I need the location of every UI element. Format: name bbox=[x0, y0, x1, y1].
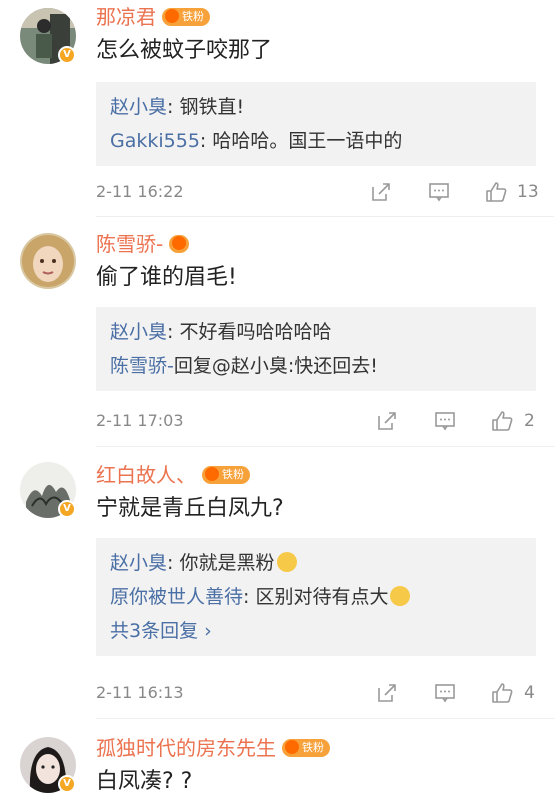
comment-text: 怎么被蚊子咬那了 bbox=[96, 38, 273, 63]
comment-meta: 2-11 17:03 2 bbox=[96, 408, 536, 434]
fan-badge-label: 铁粉 bbox=[222, 467, 244, 481]
reply-author[interactable]: Gakki555 bbox=[110, 130, 200, 152]
like-count: 13 bbox=[517, 182, 539, 202]
smirk-emoji-icon bbox=[277, 551, 298, 572]
username-text: 红白故人、 bbox=[96, 463, 196, 487]
username[interactable]: 红白故人、 铁粉 bbox=[96, 462, 250, 488]
fan-badge-label: 铁粉 bbox=[302, 740, 324, 754]
reply-box[interactable]: 赵小臭: 钢铁直! Gakki555: 哈哈哈。国王一语中的 bbox=[96, 82, 536, 166]
username-text: 陈雪骄- bbox=[96, 232, 164, 256]
timestamp: 2-11 17:03 bbox=[96, 411, 184, 430]
username[interactable]: 那凉君 铁粉 bbox=[96, 4, 210, 30]
comment-meta: 2-11 16:22 13 bbox=[96, 179, 539, 205]
avatar[interactable] bbox=[20, 233, 76, 289]
reply-text: : 区别对待有点大 bbox=[243, 586, 389, 608]
share-icon[interactable] bbox=[376, 410, 398, 432]
reply-text: : 哈哈哈。国王一语中的 bbox=[199, 130, 403, 152]
reply-text: : 钢铁直! bbox=[167, 96, 245, 118]
comment-icon[interactable] bbox=[428, 181, 450, 203]
fan-badge: 铁粉 bbox=[202, 465, 250, 484]
reply-author[interactable]: 赵小臭 bbox=[110, 321, 167, 343]
share-icon[interactable] bbox=[370, 181, 392, 203]
fan-badge-label: 铁粉 bbox=[182, 9, 204, 23]
username-text: 那凉君 bbox=[96, 5, 156, 29]
divider bbox=[96, 718, 554, 719]
comment-icon[interactable] bbox=[434, 682, 456, 704]
reply-line[interactable]: 赵小臭: 你就是黑粉 bbox=[110, 546, 522, 580]
reply-author[interactable]: 原你被世人善待 bbox=[110, 586, 243, 608]
timestamp: 2-11 16:13 bbox=[96, 683, 184, 702]
reply-line[interactable]: 赵小臭: 不好看吗哈哈哈哈 bbox=[110, 315, 522, 349]
crown-icon bbox=[285, 739, 299, 754]
verified-badge-icon: V bbox=[58, 46, 76, 64]
laugh-cry-emoji-icon bbox=[390, 585, 411, 606]
reply-text: : 你就是黑粉 bbox=[167, 552, 275, 574]
crown-icon bbox=[205, 466, 219, 481]
avatar[interactable]: V bbox=[20, 462, 76, 518]
avatar-image bbox=[20, 233, 76, 289]
like-count: 4 bbox=[524, 683, 535, 703]
crown-icon bbox=[172, 235, 187, 250]
divider bbox=[96, 446, 554, 447]
username[interactable]: 孤独时代的房东先生 铁粉 bbox=[96, 735, 330, 761]
reply-line[interactable]: 陈雪骄-回复@赵小臭:快还回去! bbox=[110, 349, 522, 383]
reply-author[interactable]: 赵小臭 bbox=[110, 552, 167, 574]
fan-badge: 铁粉 bbox=[282, 738, 330, 757]
username[interactable]: 陈雪骄- bbox=[96, 231, 190, 257]
more-replies-link[interactable]: 共3条回复 › bbox=[110, 614, 522, 648]
verified-badge-icon: V bbox=[58, 500, 76, 518]
verified-badge-icon: V bbox=[58, 775, 76, 793]
comment-text: 白凤凑? ? bbox=[96, 769, 193, 794]
reply-line[interactable]: 赵小臭: 钢铁直! bbox=[110, 90, 522, 124]
reply-author[interactable]: 赵小臭 bbox=[110, 96, 167, 118]
fan-badge bbox=[169, 234, 190, 253]
divider bbox=[96, 216, 554, 217]
fan-badge: 铁粉 bbox=[162, 7, 210, 26]
comment-text: 宁就是青丘白凤九? bbox=[96, 496, 284, 521]
crown-icon bbox=[165, 8, 179, 23]
thumbs-up-icon[interactable] bbox=[491, 410, 513, 432]
comment-meta: 2-11 16:13 4 bbox=[96, 680, 536, 706]
comment-icon[interactable] bbox=[434, 410, 456, 432]
reply-line[interactable]: 原你被世人善待: 区别对待有点大 bbox=[110, 580, 522, 614]
username-text: 孤独时代的房东先生 bbox=[96, 736, 276, 760]
reply-text: 回复@赵小臭:快还回去! bbox=[173, 355, 378, 377]
reply-author[interactable]: 陈雪骄- bbox=[110, 355, 174, 377]
thumbs-up-icon[interactable] bbox=[485, 181, 507, 203]
comment-text: 偷了谁的眉毛! bbox=[96, 265, 237, 290]
timestamp: 2-11 16:22 bbox=[96, 182, 184, 201]
reply-line[interactable]: Gakki555: 哈哈哈。国王一语中的 bbox=[110, 124, 522, 158]
like-count: 2 bbox=[524, 411, 535, 431]
share-icon[interactable] bbox=[376, 682, 398, 704]
reply-text: : 不好看吗哈哈哈哈 bbox=[167, 321, 332, 343]
avatar[interactable]: V bbox=[20, 737, 76, 793]
reply-box[interactable]: 赵小臭: 不好看吗哈哈哈哈 陈雪骄-回复@赵小臭:快还回去! bbox=[96, 307, 536, 391]
reply-box[interactable]: 赵小臭: 你就是黑粉 原你被世人善待: 区别对待有点大 共3条回复 › bbox=[96, 538, 536, 656]
thumbs-up-icon[interactable] bbox=[491, 682, 513, 704]
avatar[interactable]: V bbox=[20, 8, 76, 64]
